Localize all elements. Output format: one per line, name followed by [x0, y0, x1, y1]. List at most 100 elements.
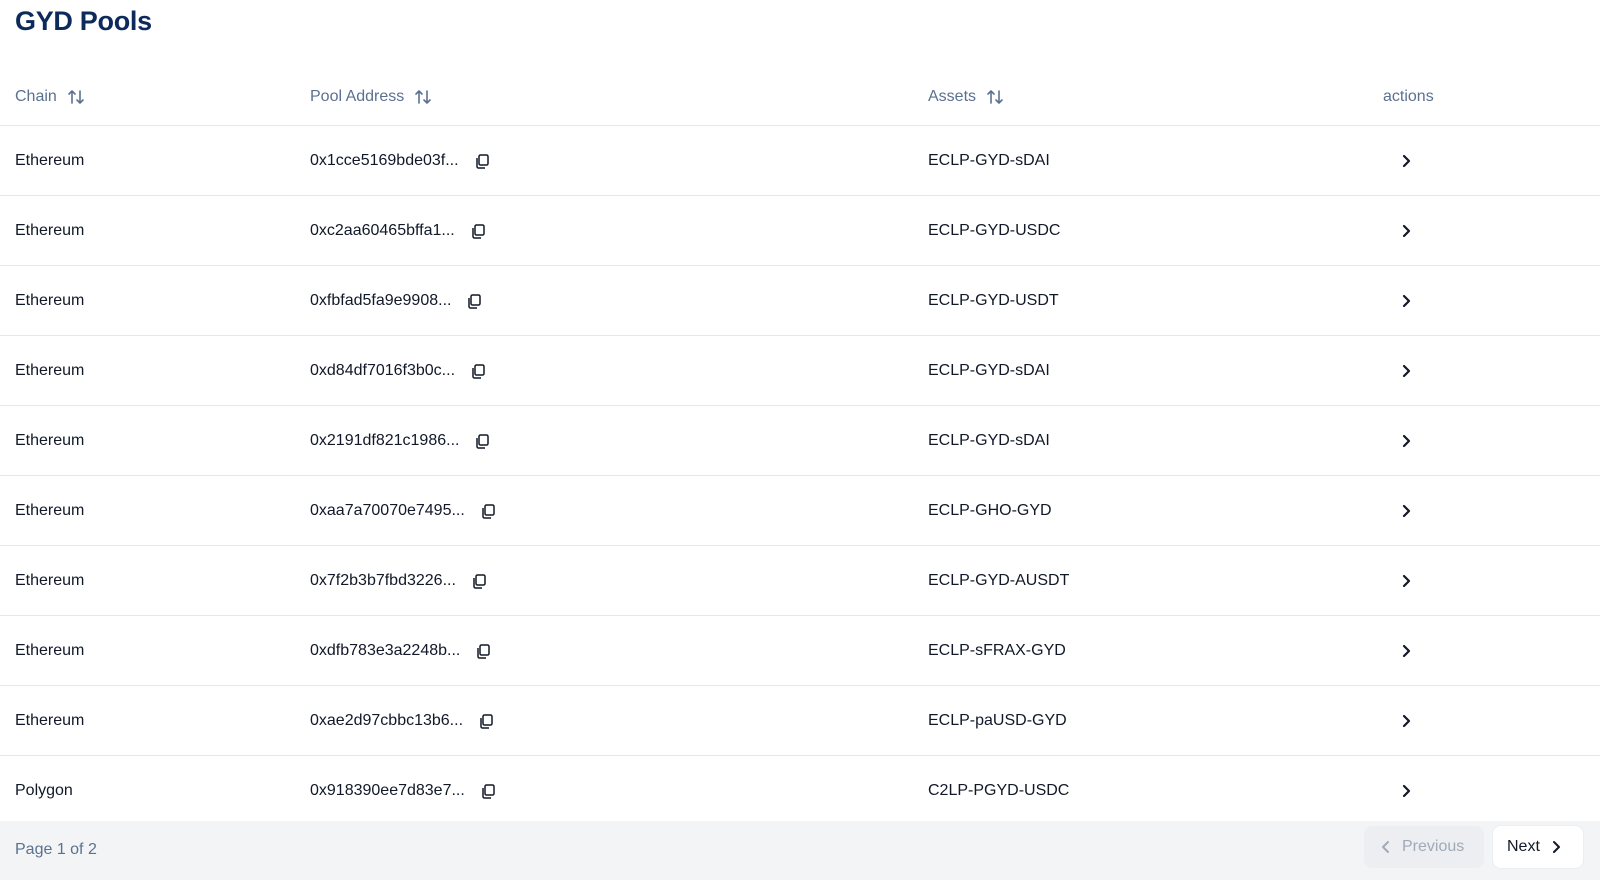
row-details-button[interactable] — [1395, 220, 1417, 242]
header-assets[interactable]: Assets — [928, 88, 1004, 106]
cell-assets: ECLP-GYD-sDAI — [928, 126, 1050, 195]
pool-address: 0x2191df821c1986... — [310, 431, 460, 449]
chevron-left-icon — [1382, 841, 1389, 853]
cell-assets: C2LP-PGYD-USDC — [928, 756, 1069, 825]
copy-address-button[interactable] — [469, 222, 487, 240]
copy-address-button[interactable] — [469, 362, 487, 380]
row-details-button[interactable] — [1395, 710, 1417, 732]
pool-address: 0x918390ee7d83e7... — [310, 781, 465, 799]
copy-icon — [473, 573, 486, 589]
row-details-button[interactable] — [1395, 570, 1417, 592]
row-details-button[interactable] — [1395, 640, 1417, 662]
chain-name: Ethereum — [15, 711, 85, 729]
pool-address: 0xfbfad5fa9e9908... — [310, 291, 452, 309]
row-details-button[interactable] — [1395, 360, 1417, 382]
row-details-button[interactable] — [1395, 780, 1417, 802]
previous-label: Previous — [1402, 838, 1465, 855]
copy-icon — [480, 713, 493, 729]
row-details-button[interactable] — [1395, 430, 1417, 452]
cell-pool-address: 0xfbfad5fa9e9908... — [310, 266, 483, 335]
cell-assets: ECLP-GYD-USDT — [928, 266, 1059, 335]
cell-pool-address: 0xaa7a70070e7495... — [310, 476, 497, 545]
chevron-right-icon — [1402, 574, 1411, 587]
copy-address-button[interactable] — [477, 712, 495, 730]
cell-chain: Polygon — [15, 756, 73, 825]
pool-address: 0xaa7a70070e7495... — [310, 501, 465, 519]
copy-address-button[interactable] — [473, 432, 491, 450]
cell-chain: Ethereum — [15, 476, 84, 545]
row-details-button[interactable] — [1395, 500, 1417, 522]
table-row: Ethereum 0x1cce5169bde03f... ECLP-GYD-sD… — [0, 126, 1600, 196]
chevron-right-icon — [1402, 434, 1411, 447]
cell-pool-address: 0xd84df7016f3b0c... — [310, 336, 487, 405]
cell-assets: ECLP-GHO-GYD — [928, 476, 1052, 545]
copy-address-button[interactable] — [479, 502, 497, 520]
assets-name: ECLP-GYD-AUSDT — [928, 571, 1070, 589]
assets-name: C2LP-PGYD-USDC — [928, 781, 1070, 799]
table-row: Ethereum 0xae2d97cbbc13b6... ECLP-paUSD-… — [0, 686, 1600, 756]
cell-chain: Ethereum — [15, 686, 84, 755]
assets-name: ECLP-GYD-USDT — [928, 291, 1059, 309]
cell-pool-address: 0xae2d97cbbc13b6... — [310, 686, 495, 755]
cell-pool-address: 0x918390ee7d83e7... — [310, 756, 497, 825]
copy-icon — [471, 223, 485, 239]
page-info: Page 1 of 2 — [15, 841, 97, 858]
table-row: Ethereum 0x2191df821c1986... ECLP-GYD-sD… — [0, 406, 1600, 476]
cell-assets: ECLP-paUSD-GYD — [928, 686, 1067, 755]
header-chain[interactable]: Chain — [15, 88, 85, 106]
pool-address: 0xae2d97cbbc13b6... — [310, 711, 464, 729]
copy-address-button[interactable] — [474, 642, 492, 660]
chevron-right-icon — [1552, 841, 1560, 853]
chevron-right-icon — [1402, 364, 1411, 377]
cell-chain: Ethereum — [15, 336, 84, 405]
assets-name: ECLP-sFRAX-GYD — [928, 641, 1066, 659]
table-row: Ethereum 0xaa7a70070e7495... ECLP-GHO-GY… — [0, 476, 1600, 546]
cell-actions — [1383, 616, 1417, 685]
table-row: Ethereum 0xfbfad5fa9e9908... ECLP-GYD-US… — [0, 266, 1600, 336]
row-details-button[interactable] — [1395, 290, 1417, 312]
cell-actions — [1383, 266, 1417, 335]
chevron-right-icon — [1402, 644, 1411, 657]
pool-address: 0x1cce5169bde03f... — [310, 151, 459, 169]
cell-assets: ECLP-sFRAX-GYD — [928, 616, 1066, 685]
chain-name: Polygon — [15, 781, 73, 799]
copy-address-button[interactable] — [465, 292, 483, 310]
sort-arrows-icon — [987, 90, 1003, 104]
table-row: Ethereum 0xdfb783e3a2248b... ECLP-sFRAX-… — [0, 616, 1600, 686]
cell-chain: Ethereum — [15, 196, 84, 265]
chain-name: Ethereum — [15, 291, 85, 309]
copy-address-button[interactable] — [470, 572, 488, 590]
copy-address-button[interactable] — [479, 782, 497, 800]
table-row: Polygon 0x918390ee7d83e7... C2LP-PGYD-US… — [0, 756, 1600, 826]
header-pool-address-label: Pool Address — [310, 88, 405, 105]
row-details-button[interactable] — [1395, 150, 1417, 172]
header-actions: actions — [1383, 88, 1434, 106]
table-row: Ethereum 0xd84df7016f3b0c... ECLP-GYD-sD… — [0, 336, 1600, 406]
header-pool-address[interactable]: Pool Address — [310, 88, 432, 106]
cell-assets: ECLP-GYD-sDAI — [928, 406, 1050, 475]
cell-pool-address: 0x2191df821c1986... — [310, 406, 491, 475]
header-assets-label: Assets — [928, 88, 977, 105]
assets-name: ECLP-GYD-sDAI — [928, 151, 1050, 169]
header-actions-label: actions — [1383, 88, 1434, 105]
chain-name: Ethereum — [15, 501, 85, 519]
previous-button[interactable]: Previous — [1364, 826, 1484, 868]
cell-assets: ECLP-GYD-sDAI — [928, 336, 1050, 405]
table-row: Ethereum 0xc2aa60465bffa1... ECLP-GYD-US… — [0, 196, 1600, 266]
assets-name: ECLP-GYD-USDC — [928, 221, 1061, 239]
next-button[interactable]: Next — [1493, 826, 1583, 868]
copy-address-button[interactable] — [473, 152, 491, 170]
chevron-right-icon — [1402, 294, 1411, 307]
cell-actions — [1383, 196, 1417, 265]
assets-name: ECLP-paUSD-GYD — [928, 711, 1067, 729]
cell-assets: ECLP-GYD-AUSDT — [928, 546, 1069, 615]
pool-address: 0xd84df7016f3b0c... — [310, 361, 456, 379]
chevron-right-icon — [1402, 784, 1411, 797]
chevron-right-icon — [1402, 504, 1411, 517]
copy-icon — [472, 363, 485, 379]
page-title: GYD Pools — [15, 6, 152, 36]
cell-pool-address: 0xc2aa60465bffa1... — [310, 196, 487, 265]
cell-chain: Ethereum — [15, 266, 84, 335]
chevron-right-icon — [1402, 714, 1411, 727]
copy-icon — [482, 783, 495, 799]
